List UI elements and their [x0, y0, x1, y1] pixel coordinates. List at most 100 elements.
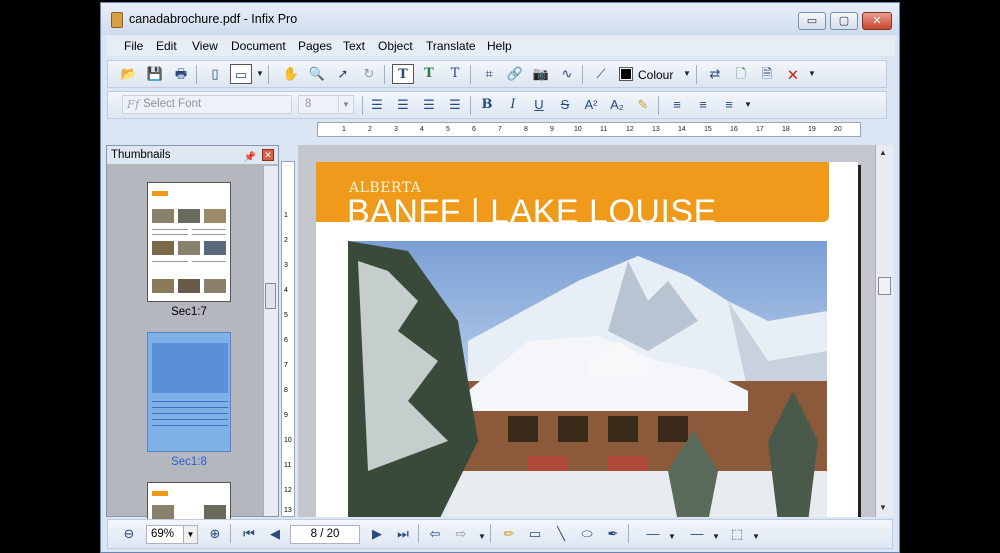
colour-label[interactable]: Colour — [638, 68, 673, 82]
thumbnail-page-7[interactable] — [147, 182, 231, 302]
chevron-down-icon[interactable]: ▼ — [712, 532, 720, 541]
thumbnails-scrollbar[interactable] — [263, 166, 278, 516]
chevron-down-icon[interactable]: ▼ — [752, 532, 760, 541]
paragraph-spacing-icon[interactable]: ≡ — [692, 95, 714, 115]
select-arrow-icon[interactable]: ➚ — [332, 64, 354, 84]
print-icon[interactable]: 🖶 — [170, 64, 192, 84]
page-indicator[interactable]: 8 / 20 — [290, 525, 360, 544]
thumbnail-art — [192, 261, 226, 262]
scroll-thumb[interactable] — [265, 283, 276, 309]
reflow-icon[interactable]: ⇄ — [704, 64, 726, 84]
scroll-down-icon[interactable]: ▼ — [879, 503, 887, 512]
font-select[interactable]: Ff Select Font — [122, 95, 292, 114]
align-left-icon[interactable]: ☰ — [366, 95, 388, 115]
add-page-icon[interactable]: 🗋 — [730, 64, 752, 84]
scroll-up-icon[interactable]: ▲ — [879, 148, 887, 157]
underline-icon[interactable]: U — [528, 95, 550, 115]
text-tool-icon[interactable]: T — [392, 64, 414, 84]
font-size-select[interactable]: 8 ▼ — [298, 95, 354, 114]
close-button[interactable]: ✕ — [862, 12, 892, 30]
chevron-down-icon[interactable]: ▼ — [808, 69, 816, 78]
justify-icon[interactable]: ☰ — [444, 95, 466, 115]
pencil-icon[interactable]: ✏ — [498, 524, 520, 544]
open-folder-icon[interactable]: 📂 — [118, 64, 140, 84]
italic-icon[interactable]: I — [502, 95, 524, 115]
menu-translate[interactable]: Translate — [426, 39, 476, 53]
minimize-button[interactable]: ▭ — [798, 12, 826, 30]
document-scrollbar[interactable]: ▲ ▼ — [875, 145, 893, 517]
menu-file[interactable]: File — [124, 39, 143, 53]
document-canvas[interactable]: ALBERTA BANFF | LAKE LOUISE — [298, 145, 875, 517]
back-icon[interactable]: ⇦ — [424, 524, 446, 544]
eyedropper-icon[interactable]: ⟋ — [590, 64, 612, 84]
forward-icon[interactable]: ⇨ — [450, 524, 472, 544]
scroll-thumb[interactable] — [878, 277, 891, 295]
menu-object[interactable]: Object — [378, 39, 413, 53]
line-width-icon[interactable]: — — [682, 524, 712, 544]
line-icon[interactable]: ╲ — [550, 524, 572, 544]
toolbar-separator — [470, 65, 471, 84]
toolbar-separator — [696, 65, 697, 84]
zoom-icon[interactable]: 🔍 — [306, 64, 328, 84]
pdf-page[interactable]: ALBERTA BANFF | LAKE LOUISE — [316, 162, 858, 517]
ellipse-icon[interactable]: ⬭ — [576, 524, 598, 544]
toolbar-separator — [658, 96, 659, 115]
chevron-down-icon[interactable]: ▼ — [668, 532, 676, 541]
export-page-icon[interactable]: 🗎 — [756, 64, 778, 84]
menu-text[interactable]: Text — [343, 39, 365, 53]
fill-pattern-icon[interactable]: ⬚ — [726, 524, 748, 544]
last-page-icon[interactable]: ⏭ — [392, 524, 414, 544]
text-flow-icon[interactable]: T — [418, 64, 440, 84]
pin-icon[interactable]: 📌 — [244, 149, 256, 167]
zoom-in-icon[interactable]: ⊕ — [204, 524, 226, 544]
highlight-icon[interactable]: ✎ — [632, 95, 654, 115]
page-view-icon[interactable]: ▯ — [204, 64, 226, 84]
chevron-down-icon[interactable]: ▼ — [183, 526, 197, 543]
menu-view[interactable]: View — [192, 39, 218, 53]
thumbnail-page-8[interactable] — [147, 332, 231, 452]
subscript-icon[interactable]: A₂ — [606, 95, 628, 115]
next-page-icon[interactable]: ▶ — [366, 524, 388, 544]
chevron-down-icon[interactable]: ▼ — [683, 69, 691, 78]
zoom-select[interactable]: 69% ▼ — [146, 525, 198, 544]
chevron-down-icon[interactable]: ▼ — [478, 532, 486, 541]
crop-icon[interactable]: ⌗ — [478, 64, 500, 84]
text-spacing-icon[interactable]: T — [444, 64, 466, 84]
align-center-icon[interactable]: ☰ — [392, 95, 414, 115]
thumbnail-page-9[interactable] — [147, 482, 231, 522]
prev-page-icon[interactable]: ◀ — [264, 524, 286, 544]
chevron-down-icon[interactable]: ▼ — [338, 96, 353, 113]
camera-icon[interactable]: 📷 — [530, 64, 552, 84]
chevron-down-icon[interactable]: ▼ — [744, 100, 752, 109]
bold-icon[interactable]: B — [476, 95, 498, 115]
maximize-button[interactable]: ▢ — [830, 12, 858, 30]
zoom-out-icon[interactable]: ⊖ — [118, 524, 140, 544]
strikethrough-icon[interactable]: S — [554, 95, 576, 115]
indent-icon[interactable]: ≡ — [718, 95, 740, 115]
menu-pages[interactable]: Pages — [298, 39, 332, 53]
superscript-icon[interactable]: A² — [580, 95, 602, 115]
rotate-icon[interactable]: ↻ — [358, 64, 380, 84]
menu-help[interactable]: Help — [487, 39, 512, 53]
link-icon[interactable]: 🔗 — [504, 64, 526, 84]
align-right-icon[interactable]: ☰ — [418, 95, 440, 115]
colour-swatch[interactable] — [619, 67, 633, 81]
line-spacing-icon[interactable]: ≡ — [666, 95, 688, 115]
hand-tool-icon[interactable]: ✋ — [280, 64, 302, 84]
menu-edit[interactable]: Edit — [156, 39, 177, 53]
first-page-icon[interactable]: ⏮ — [238, 524, 260, 544]
toolbar-separator — [196, 65, 197, 84]
main-toolbar: 📂 💾 🖶 ▯ ▭ ▼ ✋ 🔍 ➚ ↻ T T T ⌗ 🔗 📷 ∿ ⟋ Colo… — [107, 60, 887, 88]
lodge-photo[interactable] — [348, 241, 827, 517]
page-fit-icon[interactable]: ▭ — [230, 64, 252, 84]
thumbnail-art — [192, 229, 226, 230]
delete-page-icon[interactable]: 🗙 — [782, 64, 804, 84]
close-icon[interactable]: ✕ — [262, 149, 274, 161]
rectangle-icon[interactable]: ▭ — [524, 524, 546, 544]
line-style-icon[interactable]: — — [638, 524, 668, 544]
save-icon[interactable]: 💾 — [144, 64, 166, 84]
chevron-down-icon[interactable]: ▼ — [256, 69, 264, 78]
menu-document[interactable]: Document — [231, 39, 286, 53]
pen-icon[interactable]: ✒ — [602, 524, 624, 544]
bezier-icon[interactable]: ∿ — [556, 64, 578, 84]
